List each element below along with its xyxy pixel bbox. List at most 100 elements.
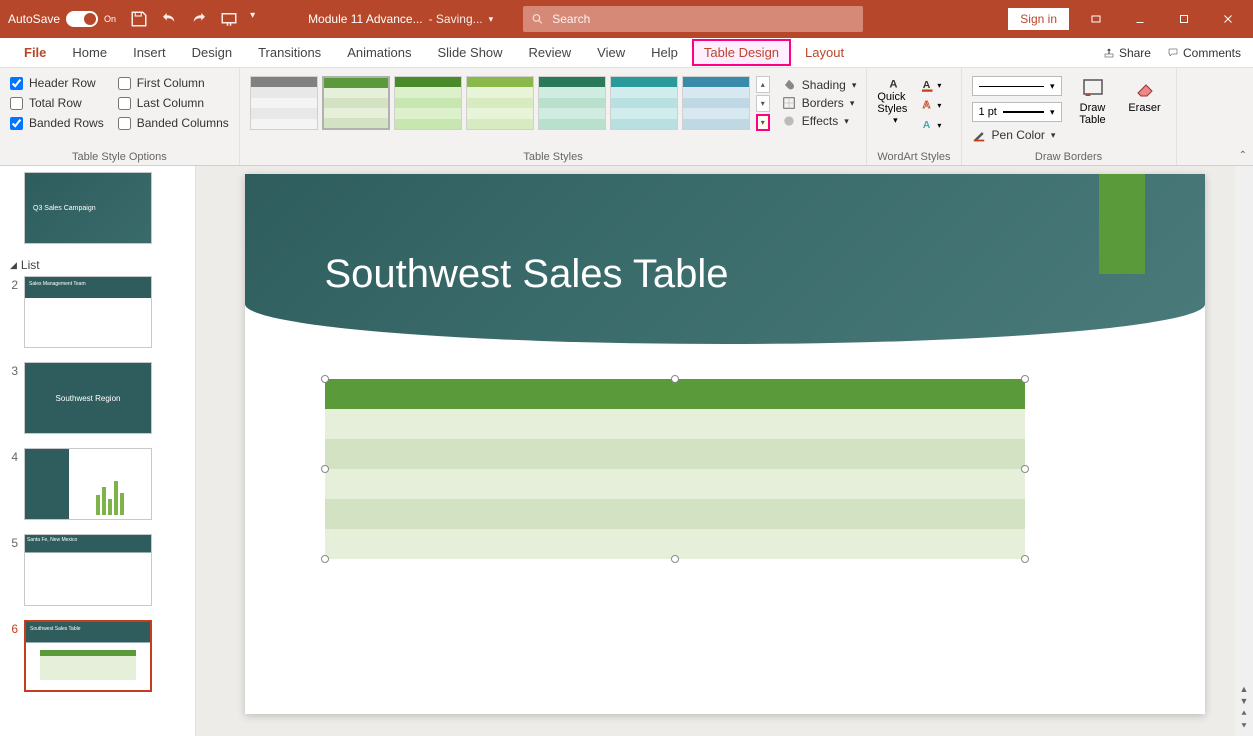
section-header[interactable]: ◢List	[10, 258, 191, 272]
table-row	[325, 409, 1025, 439]
tab-insert[interactable]: Insert	[121, 39, 178, 66]
sign-in-button[interactable]: Sign in	[1008, 8, 1069, 30]
selection-handle[interactable]	[671, 555, 679, 563]
prev-slide-icon[interactable]: ⯅	[1240, 708, 1247, 719]
draw-table-button[interactable]: Draw Table	[1072, 76, 1114, 126]
thumbnail-panel[interactable]: Q3 Sales Campaign ◢List 2 Sales Manageme…	[0, 166, 196, 736]
table-row	[325, 379, 1025, 409]
qat-more-icon[interactable]: ▾	[250, 10, 268, 28]
table-style-7[interactable]	[682, 76, 750, 130]
chk-last-column[interactable]: Last Column	[118, 96, 229, 110]
present-icon[interactable]	[220, 10, 238, 28]
table-row	[325, 499, 1025, 529]
text-fill-dropdown[interactable]: A▾	[919, 76, 941, 94]
tab-table-design[interactable]: Table Design	[692, 39, 791, 66]
tab-review[interactable]: Review	[517, 39, 584, 66]
slide-canvas[interactable]: Southwest Sales Table	[196, 166, 1253, 736]
chk-total-row[interactable]: Total Row	[10, 96, 104, 110]
canvas-scrollbar[interactable]: ▲ ▼ ⯅ ⯆	[1235, 166, 1253, 736]
chk-banded-columns[interactable]: Banded Columns	[118, 116, 229, 130]
redo-icon[interactable]	[190, 10, 208, 28]
selection-handle[interactable]	[671, 375, 679, 383]
thumbnail-4[interactable]: 4	[4, 448, 191, 520]
tab-help[interactable]: Help	[639, 39, 690, 66]
tab-design[interactable]: Design	[180, 39, 244, 66]
table-style-3[interactable]	[394, 76, 462, 130]
search-input[interactable]	[552, 12, 855, 26]
table-style-5[interactable]	[538, 76, 606, 130]
maximize-button[interactable]	[1167, 9, 1201, 29]
main-area: Q3 Sales Campaign ◢List 2 Sales Manageme…	[0, 166, 1253, 736]
tab-layout[interactable]: Layout	[793, 39, 856, 66]
styles-more-button[interactable]: ▾	[756, 114, 770, 131]
next-slide-icon[interactable]: ⯆	[1240, 721, 1247, 732]
selection-handle[interactable]	[1021, 555, 1029, 563]
autosave-toggle[interactable]: AutoSave On	[8, 11, 116, 27]
toggle-switch[interactable]	[66, 11, 98, 27]
comments-button[interactable]: Comments	[1167, 46, 1241, 60]
styles-scroll-up[interactable]: ▴	[756, 76, 770, 93]
table-style-1[interactable]	[250, 76, 318, 130]
chk-header-row[interactable]: Header Row	[10, 76, 104, 90]
chk-banded-rows[interactable]: Banded Rows	[10, 116, 104, 130]
selection-handle[interactable]	[1021, 375, 1029, 383]
table-style-6[interactable]	[610, 76, 678, 130]
close-button[interactable]	[1211, 9, 1245, 29]
slide-title[interactable]: Southwest Sales Table	[325, 252, 729, 297]
undo-icon[interactable]	[160, 10, 178, 28]
selection-handle[interactable]	[1021, 465, 1029, 473]
group-draw-borders: ▾ 1 pt▾ Pen Color ▾ Draw Table Eraser Dr…	[962, 68, 1177, 165]
group-label-wordart: WordArt Styles	[877, 149, 950, 163]
slide-table[interactable]	[325, 379, 1025, 559]
shading-dropdown[interactable]: Shading ▾	[782, 78, 857, 92]
tab-file[interactable]: File	[12, 39, 58, 66]
tab-home[interactable]: Home	[60, 39, 119, 66]
slide: Southwest Sales Table	[245, 174, 1205, 714]
svg-text:A: A	[923, 100, 931, 111]
text-effects-dropdown[interactable]: A▾	[919, 116, 941, 134]
title-dropdown-icon[interactable]: ▾	[489, 14, 494, 25]
slide-accent-shape	[1099, 174, 1145, 274]
table-style-4[interactable]	[466, 76, 534, 130]
pen-color-dropdown[interactable]: Pen Color ▾	[972, 128, 1062, 142]
eraser-button[interactable]: Eraser	[1124, 76, 1166, 114]
share-button[interactable]: Share	[1103, 46, 1151, 60]
svg-text:A: A	[923, 120, 931, 131]
tab-animations[interactable]: Animations	[335, 39, 423, 66]
selection-handle[interactable]	[321, 465, 329, 473]
group-label-styles: Table Styles	[250, 149, 857, 163]
thumbnail-3[interactable]: 3 Southwest Region	[4, 362, 191, 434]
table-style-2[interactable]	[322, 76, 390, 130]
ribbon-content: Header Row First Column Total Row Last C…	[0, 68, 1253, 166]
styles-scroll-down[interactable]: ▾	[756, 95, 770, 112]
thumbnail-6[interactable]: 6 Southwest Sales Table	[4, 620, 191, 692]
pen-weight-dropdown[interactable]: 1 pt▾	[972, 102, 1062, 122]
autosave-state: On	[104, 14, 116, 24]
save-icon[interactable]	[130, 10, 148, 28]
borders-dropdown[interactable]: Borders ▾	[782, 96, 857, 110]
table-row	[325, 469, 1025, 499]
thumbnail-5[interactable]: 5 Santa Fe, New Mexico	[4, 534, 191, 606]
minimize-button[interactable]	[1123, 9, 1157, 29]
tab-view[interactable]: View	[585, 39, 637, 66]
collapse-ribbon-button[interactable]: ⌃	[1239, 150, 1247, 161]
thumbnail-1[interactable]: Q3 Sales Campaign	[4, 172, 191, 244]
selection-handle[interactable]	[321, 555, 329, 563]
scroll-down-icon[interactable]: ▼	[1240, 696, 1249, 706]
selection-handle[interactable]	[321, 375, 329, 383]
group-wordart-styles: A Quick Styles▾ A▾ A▾ A▾ WordArt Styles	[867, 68, 961, 165]
pen-style-dropdown[interactable]: ▾	[972, 76, 1062, 96]
group-label-tso: Table Style Options	[10, 149, 229, 163]
quick-styles-button[interactable]: A Quick Styles▾	[877, 76, 913, 126]
scroll-up-icon[interactable]: ▲	[1240, 684, 1249, 694]
svg-text:A: A	[890, 78, 898, 90]
text-outline-dropdown[interactable]: A▾	[919, 96, 941, 114]
ribbon-display-button[interactable]	[1079, 9, 1113, 29]
effects-dropdown[interactable]: Effects ▾	[782, 114, 857, 128]
tab-transitions[interactable]: Transitions	[246, 39, 333, 66]
group-table-style-options: Header Row First Column Total Row Last C…	[0, 68, 240, 165]
thumbnail-2[interactable]: 2 Sales Management Team	[4, 276, 191, 348]
chk-first-column[interactable]: First Column	[118, 76, 229, 90]
search-box[interactable]	[523, 6, 863, 32]
tab-slide-show[interactable]: Slide Show	[426, 39, 515, 66]
